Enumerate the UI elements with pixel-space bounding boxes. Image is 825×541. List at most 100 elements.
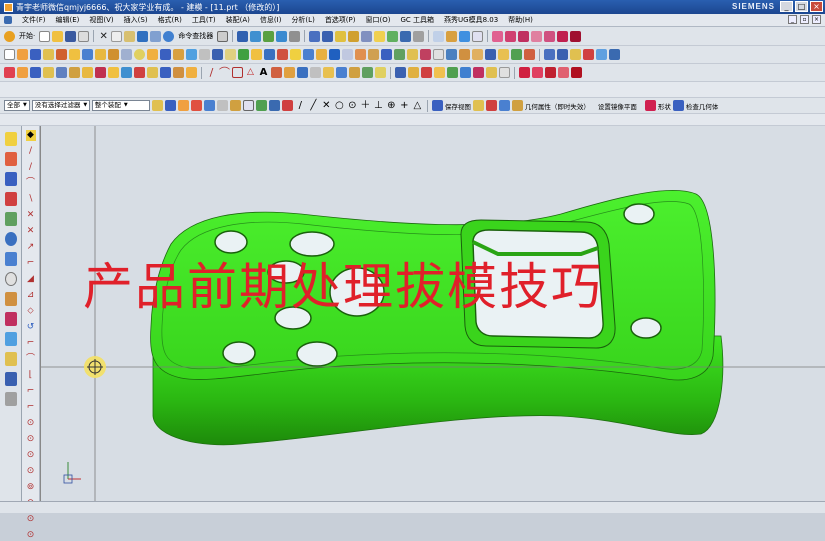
resize-face-icon[interactable] <box>316 49 327 60</box>
zoom-icon[interactable] <box>250 30 262 42</box>
menu-tools[interactable]: 工具(T) <box>192 15 216 25</box>
reuse-library-icon[interactable] <box>4 192 17 206</box>
type-filter-select[interactable]: 全部 ▼ <box>4 100 30 111</box>
mold-wizard-4-icon[interactable] <box>583 49 594 60</box>
curve-analysis-icon[interactable] <box>375 67 386 78</box>
clock-icon[interactable] <box>4 272 17 286</box>
palettes-icon[interactable] <box>4 372 17 386</box>
isoparametric-icon[interactable] <box>186 67 197 78</box>
pattern-tool-icon[interactable]: ⊙ <box>26 466 36 477</box>
project-curve-icon[interactable] <box>69 67 80 78</box>
text-icon[interactable]: A <box>258 67 269 78</box>
geometry-properties-icon[interactable] <box>511 100 523 111</box>
mold-parting-2-icon[interactable] <box>532 67 543 78</box>
derived-tool-icon[interactable]: ⊙ <box>26 450 36 461</box>
thicken-icon[interactable] <box>264 49 275 60</box>
helix-icon[interactable] <box>147 67 158 78</box>
divide-face-icon[interactable] <box>485 49 496 60</box>
set-mirror-plane-button[interactable]: 设置镜像平面 <box>598 101 637 111</box>
select-all-icon[interactable] <box>164 100 176 111</box>
intersect-icon[interactable] <box>121 49 132 60</box>
through-curves-icon[interactable] <box>394 49 405 60</box>
mirror-icon[interactable] <box>238 49 249 60</box>
save-view-icon[interactable] <box>431 100 443 111</box>
delete-face-icon[interactable] <box>277 49 288 60</box>
sphere-icon[interactable] <box>134 49 145 60</box>
circle-snap-icon[interactable]: ○ <box>334 100 345 111</box>
wrap-icon[interactable] <box>524 49 535 60</box>
trim-curve-icon[interactable] <box>297 67 308 78</box>
view-grid-icon[interactable] <box>309 30 321 42</box>
show-icon[interactable] <box>447 67 458 78</box>
extract-curve-icon[interactable] <box>173 67 184 78</box>
mold-tool-4-icon[interactable] <box>531 30 543 42</box>
datum-plane-icon[interactable] <box>30 67 41 78</box>
doc-minimize-button[interactable]: _ <box>788 15 797 24</box>
snap-point-icon[interactable] <box>177 100 189 111</box>
menu-assembly[interactable]: 装配(A) <box>226 15 250 25</box>
corner-tool-icon[interactable]: ↗ <box>26 242 36 253</box>
undo-icon[interactable] <box>137 30 149 42</box>
view-iso-icon[interactable] <box>374 30 386 42</box>
mold-wizard-3-icon[interactable] <box>570 49 581 60</box>
check-geometry-icon[interactable] <box>672 100 684 111</box>
point-on-curve-icon[interactable] <box>281 100 293 111</box>
layer-icon[interactable] <box>387 30 399 42</box>
sketch-icon[interactable] <box>4 49 15 60</box>
command-finder-button[interactable]: 命令查找器 <box>178 31 213 41</box>
crosshair-snap-icon[interactable]: ✕ <box>321 100 332 111</box>
mold-wizard-6-icon[interactable] <box>609 49 620 60</box>
trim-tool-icon[interactable]: ✕ <box>26 210 36 221</box>
mold-parting-3-icon[interactable] <box>545 67 556 78</box>
mold-parting-5-icon[interactable] <box>571 67 582 78</box>
boss-icon[interactable] <box>56 49 67 60</box>
system-scene-icon[interactable] <box>4 352 17 366</box>
view-front-icon[interactable] <box>348 30 360 42</box>
menu-preferences[interactable]: 首选项(P) <box>325 15 356 25</box>
transform-icon[interactable] <box>395 67 406 78</box>
edge-blend-icon[interactable] <box>147 49 158 60</box>
mold-parting-1-icon[interactable] <box>519 67 530 78</box>
existing-point-icon[interactable] <box>268 100 280 111</box>
spline-tool-icon[interactable]: ↺ <box>26 322 36 333</box>
wcs-icon[interactable] <box>499 67 510 78</box>
mold-tool-2-icon[interactable] <box>505 30 517 42</box>
menu-view[interactable]: 视图(V) <box>89 15 113 25</box>
extract-icon[interactable] <box>355 49 366 60</box>
view-right-icon[interactable] <box>361 30 373 42</box>
wireframe-icon[interactable] <box>413 30 425 42</box>
plus-snap-icon[interactable]: ＋ <box>360 100 371 111</box>
conic-tool-icon[interactable]: ⌒ <box>26 354 36 365</box>
filter-icon[interactable] <box>151 100 163 111</box>
intersect-tool-icon[interactable]: ⊙ <box>26 434 36 445</box>
system-materials-icon[interactable] <box>4 292 17 306</box>
process-studio-icon[interactable] <box>4 312 17 326</box>
pocket-icon[interactable] <box>69 49 80 60</box>
assembly-navigator-icon[interactable] <box>4 132 17 146</box>
edit-curve-icon[interactable] <box>336 67 347 78</box>
mold-wizard-2-icon[interactable] <box>557 49 568 60</box>
box-icon[interactable] <box>446 30 458 42</box>
graphics-window[interactable]: 产品前期处理拔模技巧 <box>40 126 825 501</box>
selection-scope-select[interactable]: 整个装配 ▼ <box>91 100 150 111</box>
history-icon[interactable] <box>4 252 17 266</box>
draft-icon[interactable] <box>186 49 197 60</box>
menu-gc-toolbox[interactable]: GC 工具箱 <box>400 15 434 25</box>
mold-wizard-5-icon[interactable] <box>596 49 607 60</box>
move-object-icon[interactable] <box>408 67 419 78</box>
end-point-icon[interactable] <box>190 100 202 111</box>
save-icon[interactable] <box>65 30 77 42</box>
point-tool-icon[interactable]: ⌊ <box>26 370 36 381</box>
section-curve-icon[interactable] <box>95 67 106 78</box>
check-geometry-button[interactable]: 检查几何体 <box>686 101 719 111</box>
document-icon[interactable] <box>4 16 12 24</box>
ruled-icon[interactable] <box>381 49 392 60</box>
redo-icon[interactable] <box>150 30 162 42</box>
layer-settings-icon[interactable] <box>486 67 497 78</box>
offset-tool-icon[interactable]: ⌐ <box>26 386 36 397</box>
menu-analysis[interactable]: 分析(L) <box>291 15 314 25</box>
display-icon[interactable] <box>472 30 484 42</box>
split-body-icon[interactable] <box>212 49 223 60</box>
curve-length-icon[interactable] <box>323 67 334 78</box>
perspective-icon[interactable] <box>289 30 301 42</box>
